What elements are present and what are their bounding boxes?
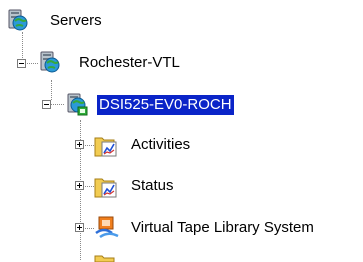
tree-node-virtual-tape-library-system[interactable]: Virtual Tape Library System (0, 215, 363, 241)
tree-node-label: Virtual Tape Library System (131, 219, 314, 236)
expand-toggle-icon[interactable] (75, 181, 84, 190)
tree-node-label: Activities (131, 136, 191, 153)
tree-node-label: Rochester-VTL (79, 54, 180, 71)
tape-library-icon (95, 216, 119, 239)
collapse-toggle-icon[interactable] (42, 100, 51, 109)
server-tree: Servers Rochester-VTL DSI525-EV0-ROCH Ac… (0, 0, 363, 262)
tree-node-rochester-vtl[interactable]: Rochester-VTL (0, 50, 220, 76)
folder-icon (94, 255, 115, 262)
collapse-toggle-icon[interactable] (17, 59, 26, 68)
expand-toggle-icon[interactable] (75, 140, 84, 149)
server-globe-icon (40, 51, 60, 73)
tree-node-label-selected: DSI525-EV0-ROCH (97, 95, 234, 115)
tree-node-label: Servers (50, 12, 102, 29)
tree-node-dsi525-ev0-roch[interactable]: DSI525-EV0-ROCH (0, 92, 280, 118)
servers-globe-icon (8, 9, 28, 31)
tree-node-servers[interactable]: Servers (0, 8, 140, 34)
expand-toggle-icon[interactable] (75, 223, 84, 232)
folder-chart-icon (94, 137, 117, 157)
tree-node-activities[interactable]: Activities (0, 132, 240, 158)
connected-server-icon (67, 93, 88, 116)
tree-node-label: Status (131, 177, 174, 194)
tree-node-status[interactable]: Status (0, 173, 220, 199)
folder-chart-icon (94, 178, 117, 198)
